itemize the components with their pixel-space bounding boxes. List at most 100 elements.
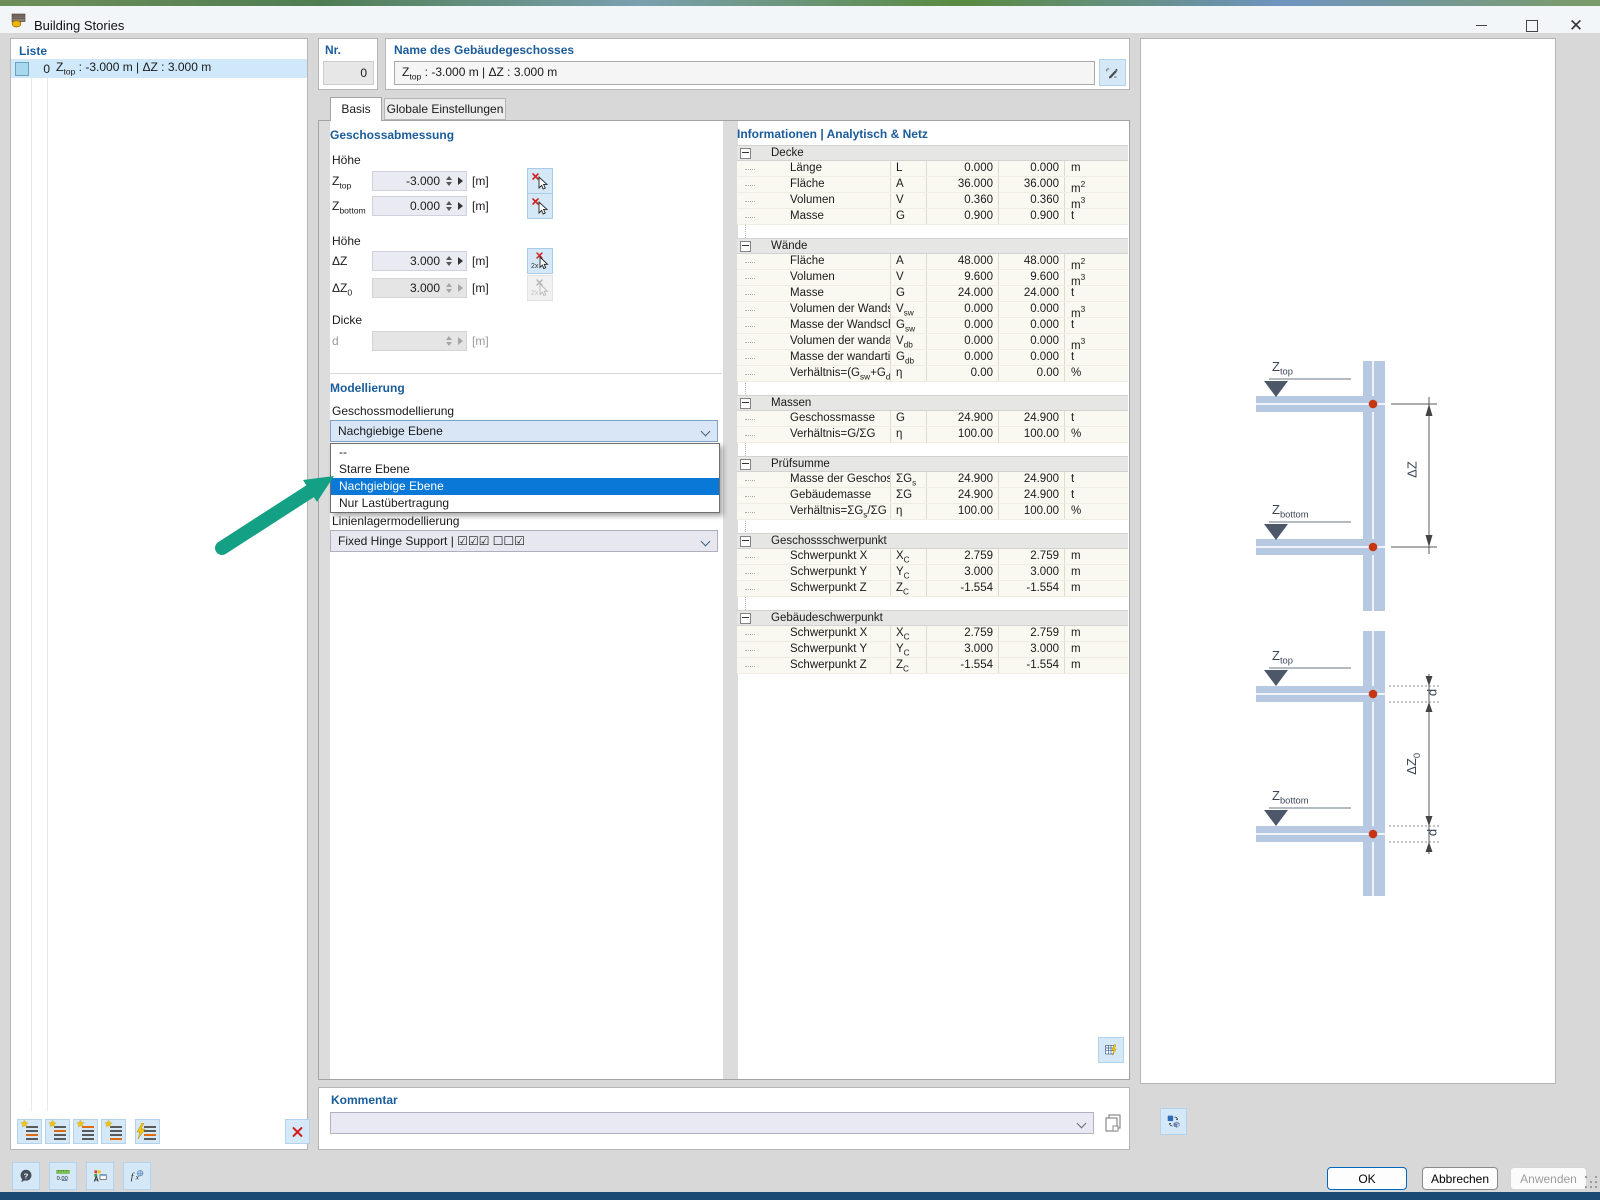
info-group-header[interactable]: Decke [737, 145, 1128, 161]
dz-input[interactable]: 3.000 [372, 251, 467, 271]
info-group-name: Prüfsumme [771, 457, 830, 470]
formula-button[interactable]: f x [123, 1162, 151, 1190]
geschossmodellierung-combobox[interactable]: Nachgiebige Ebene [330, 420, 718, 442]
edit-in-table-button[interactable] [1098, 1037, 1124, 1063]
spin-down-icon [445, 342, 452, 346]
collapse-icon[interactable] [740, 458, 751, 470]
cancel-button[interactable]: Abbrechen [1422, 1167, 1498, 1190]
dz0-unit: [m] [472, 281, 489, 295]
info-cell-unit: % [1064, 366, 1128, 381]
info-cell-unit: m [1064, 658, 1128, 673]
info-cell-symbol: G [890, 286, 926, 301]
collapse-icon[interactable] [740, 147, 751, 159]
view-toggle-button[interactable] [1160, 1108, 1187, 1135]
info-cell-value2: 24.900 [998, 488, 1064, 503]
dropdown-option[interactable]: Nachgiebige Ebene [331, 478, 719, 495]
info-row: Verhältnis=G/ΣG η 100.00 100.00% [737, 427, 1128, 443]
chevron-down-icon [1076, 1118, 1087, 1129]
collapse-icon[interactable] [740, 240, 751, 252]
kommentar-combobox[interactable] [330, 1112, 1094, 1134]
info-cell-value2: 3.000 [998, 642, 1064, 657]
new-story-above-button[interactable]: ★ [45, 1119, 70, 1144]
info-group-header[interactable]: Massen [737, 395, 1128, 411]
minimize-button[interactable] [1459, 12, 1503, 39]
dropdown-option[interactable]: Starre Ebene [331, 461, 719, 478]
info-group-gap [737, 382, 1128, 395]
detail-arrow-icon [457, 284, 463, 292]
collapse-icon[interactable] [740, 535, 751, 547]
dz0-detail-arrow [454, 284, 466, 292]
delete-story-button[interactable] [285, 1119, 310, 1144]
zbottom-input[interactable]: 0.000 [372, 196, 467, 216]
pick-ztop-button[interactable] [527, 168, 553, 194]
new-story-last-button[interactable]: ★ [101, 1119, 126, 1144]
collapse-icon[interactable] [740, 612, 751, 624]
generate-stories-button[interactable] [135, 1119, 160, 1144]
zbottom-detail-arrow[interactable] [454, 202, 466, 210]
display-settings-button[interactable]: A [86, 1162, 114, 1190]
info-cell-value2: -1.554 [998, 658, 1064, 673]
dz-detail-arrow[interactable] [454, 257, 466, 265]
svg-text:2x: 2x [531, 263, 539, 270]
new-story-above-icon: ★ [48, 1119, 66, 1140]
info-cell-value2: 2.759 [998, 626, 1064, 641]
list-item-story[interactable]: 0 Ztop : -3.000 m | ΔZ : 3.000 m [11, 59, 307, 78]
dz-spinner[interactable] [443, 252, 454, 270]
info-cell-value2: 0.000 [998, 302, 1064, 317]
diagram-panel [1140, 38, 1556, 1084]
info-cell-value1: -1.554 [926, 581, 998, 596]
detail-arrow-icon [457, 202, 463, 210]
list-panel-title: Liste [19, 44, 48, 58]
nr-label: Nr. [325, 43, 342, 57]
info-cell-label: Verhältnis=(Gsw+Gdl··· [790, 367, 890, 381]
pick-zbottom-button[interactable] [527, 193, 553, 219]
diagram-ztop-label: Ztop [1272, 648, 1293, 666]
info-cell-symbol: XC [890, 626, 926, 641]
linienlagermodellierung-combobox[interactable]: Fixed Hinge Support | ☑☑☑ ☐☐☑ [330, 530, 718, 552]
info-cell-value1: 48.000 [926, 254, 998, 269]
info-cell-symbol: ZC [890, 581, 926, 596]
info-cell-symbol: G [890, 411, 926, 426]
tab-globale-einstellungen[interactable]: Globale Einstellungen [384, 98, 506, 120]
resize-grip[interactable] [1585, 1176, 1587, 1178]
ztop-input[interactable]: -3.000 [372, 171, 467, 191]
info-cell-unit: m [1064, 642, 1128, 657]
dropdown-option[interactable]: Nur Lastübertragung [331, 495, 719, 512]
info-row: Masse G 0.900 0.900 t [737, 209, 1128, 225]
copy-comment-button[interactable] [1100, 1110, 1128, 1138]
story-name-input[interactable]: Ztop : -3.000 m | ΔZ : 3.000 m [394, 61, 1095, 85]
info-cell-symbol: Vdb [890, 334, 926, 349]
dropdown-option[interactable]: -- [331, 444, 719, 461]
rename-button[interactable] [1099, 59, 1126, 86]
info-cell-label: Schwerpunkt Z [790, 582, 867, 594]
collapse-icon[interactable] [740, 397, 751, 409]
pick-dz-twice-button[interactable]: 2x [527, 248, 553, 274]
modellierung-title: Modellierung [330, 381, 405, 395]
info-cell-label: Länge [790, 162, 822, 174]
titlebar[interactable]: Building Stories ✕ [0, 6, 1600, 35]
close-button[interactable]: ✕ [1554, 12, 1598, 39]
ztop-spinner[interactable] [443, 172, 454, 190]
units-button[interactable]: 0.00 [49, 1162, 77, 1190]
ok-button[interactable]: OK [1327, 1167, 1407, 1190]
zbottom-spinner[interactable] [443, 197, 454, 215]
close-icon: ✕ [1568, 15, 1584, 35]
help-button[interactable]: ? [12, 1162, 40, 1190]
ztop-detail-arrow[interactable] [454, 177, 466, 185]
info-group-header[interactable]: Prüfsumme [737, 456, 1128, 472]
info-group-header[interactable]: Gebäudeschwerpunkt [737, 610, 1128, 626]
info-cell-label: Volumen der Wands... [790, 303, 890, 315]
maximize-button[interactable] [1510, 12, 1554, 39]
info-cell-value2: 0.000 [998, 318, 1064, 333]
info-cell-label: Masse der Geschosse [790, 473, 890, 485]
spin-down-icon [445, 207, 452, 211]
tab-basis[interactable]: Basis [330, 97, 382, 121]
story-marker-icon [1264, 524, 1288, 540]
new-story-below-button[interactable]: ★ [73, 1119, 98, 1144]
info-cell-value1: 0.000 [926, 318, 998, 333]
info-cell-symbol: YC [890, 565, 926, 580]
info-group-header[interactable]: Geschossschwerpunkt [737, 533, 1128, 549]
new-story-first-button[interactable]: ★ [17, 1119, 42, 1144]
info-cell-label: Fläche [790, 178, 825, 190]
info-group-header[interactable]: Wände [737, 238, 1128, 254]
